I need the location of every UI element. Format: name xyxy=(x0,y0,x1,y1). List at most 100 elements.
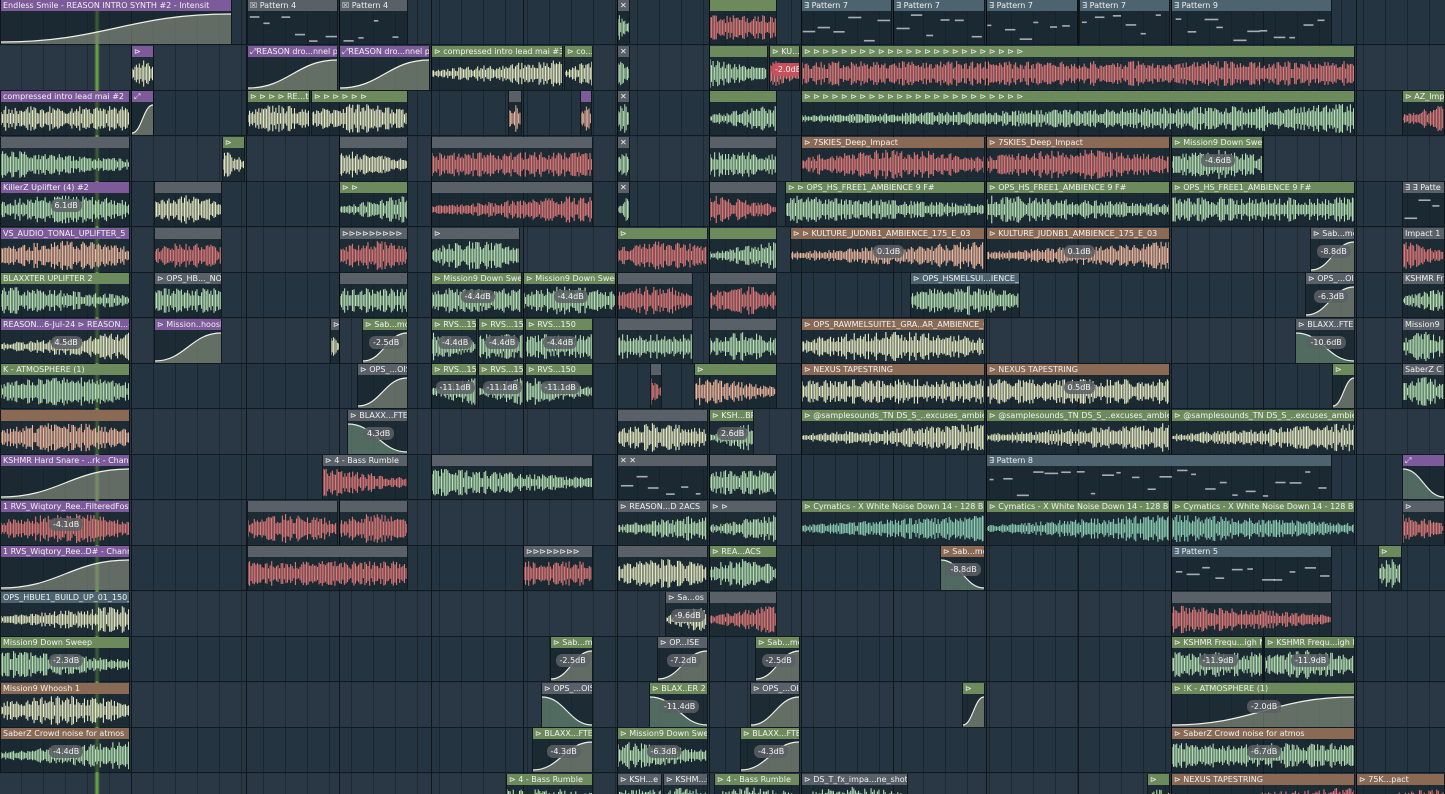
playlist-clip[interactable] xyxy=(154,182,222,226)
playlist-clip[interactable]: ⊳ RVS...150 -11.1dB xyxy=(431,364,477,408)
playlist-clip[interactable]: ∃ Pattern 5 xyxy=(1171,546,1332,590)
playlist-clip[interactable] xyxy=(247,500,338,545)
playlist-clip[interactable]: ⊳ OPS_HS_FREE1_AMBIENCE 9 F# xyxy=(1171,182,1355,226)
playlist-clip[interactable]: ⊳ Sab...mos -8.8dB xyxy=(940,546,985,590)
playlist-clip[interactable]: ⊳ xyxy=(431,227,520,272)
playlist-clip[interactable]: ⊳⊳⊳⊳⊳⊳⊳⊳⊳ xyxy=(339,227,408,272)
playlist-clip[interactable] xyxy=(617,318,693,363)
playlist-clip[interactable]: ⊳ 7SKIES_Deep_Impact xyxy=(986,136,1170,181)
playlist-clip[interactable] xyxy=(154,227,222,272)
playlist-clip[interactable]: ⊳ ⊳ KULTURE_JUDNB1_AMBIENCE_175_E_03 0.1d… xyxy=(790,227,985,272)
playlist-clip[interactable]: ⊳ xyxy=(131,45,154,90)
playlist-clip[interactable]: ⊳ @samplesounds_TN DS_S_..excuses_ambien… xyxy=(801,409,985,454)
playlist-clip[interactable]: ⊳ OPS_...OISE xyxy=(541,682,593,727)
playlist-clip[interactable]: ∃ Pattern 7 xyxy=(1079,0,1170,44)
playlist-clip[interactable]: ⊳ OPS_...OISE xyxy=(750,682,800,727)
playlist-clip[interactable]: ⊳ BLAXX...FTER 2 -4.3dB xyxy=(532,728,593,772)
playlist-clip[interactable] xyxy=(709,0,777,44)
playlist-clip[interactable]: ⊳ Mission9 Down Sweep -4.6dB xyxy=(1171,136,1263,181)
playlist-clip[interactable]: ⊳ xyxy=(1378,546,1402,590)
playlist-clip[interactable]: BLAXXTER UPLIFTER 2 xyxy=(0,273,130,317)
playlist-clip[interactable]: ⤢REASON dro...nnel pitch xyxy=(247,45,338,90)
playlist-clip[interactable]: ✕ xyxy=(617,91,630,135)
playlist-clip[interactable]: ⊳ OPS_HSMELSUI...IENCE_09_D# xyxy=(910,273,1020,317)
playlist-clip[interactable]: 1 RVS_Wiqtory_Ree..D# - Channel pitch xyxy=(0,546,130,590)
playlist-clip[interactable]: ⊳ xyxy=(1147,773,1170,794)
playlist-clip[interactable]: ⊳ KSH...e xyxy=(617,773,662,794)
playlist-clip[interactable]: 1 RVS_Wiqtory_Ree..FilteredFoster_D# -4.1… xyxy=(0,500,130,545)
playlist-clip[interactable]: ✕ xyxy=(617,182,630,226)
playlist-clip[interactable]: VS_AUDIO_TONAL_UPLIFTER_5 xyxy=(0,227,130,272)
playlist-clip[interactable]: ⊳ RVS...150 -4.4dB xyxy=(525,318,593,363)
playlist-clip[interactable]: ⊳ xyxy=(1332,364,1355,408)
playlist-clip[interactable] xyxy=(617,273,693,317)
playlist-clip[interactable]: ⊳ 4 - Bass Rumble xyxy=(506,773,593,794)
playlist-clip[interactable] xyxy=(339,136,408,181)
playlist-clip[interactable]: ⊳ NEXUS TAPESTRING 0.5dB xyxy=(986,364,1170,408)
playlist-clip[interactable]: ⊳ REA...ACS xyxy=(709,546,777,590)
playlist-clip[interactable] xyxy=(650,364,662,408)
playlist-clip[interactable]: ⊳ Mission9 Down Sweep -4.4dB xyxy=(523,273,616,317)
playlist-clip[interactable]: ⊳ @samplesounds_TN DS_S_..excuses_ambien… xyxy=(986,409,1170,454)
playlist-clip[interactable]: Endless Smile - REASON INTRO SYNTH #2 - … xyxy=(0,0,232,44)
playlist-clip[interactable]: ⊳ OPS_...OISE xyxy=(357,364,408,408)
playlist-clip[interactable]: compressed intro lead mai #2 xyxy=(0,91,130,135)
playlist-clip[interactable]: ⊳ Mission9 Down Sweep -4.4dB xyxy=(431,273,522,317)
playlist-clip[interactable]: ⊳ Sab...mos -2.5dB xyxy=(755,637,800,681)
playlist-clip[interactable]: ⊳ ⊳ ⊳ ⊳ ⊳ ⊳ ⊳ ⊳ ⊳ ⊳ ⊳ ⊳ ⊳ ⊳ ⊳ ⊳ ⊳ ⊳ ⊳ ⊳ … xyxy=(801,45,1355,90)
playlist-clip[interactable]: KSHMR Hard Snare - ..rk - Channel pitch xyxy=(0,455,130,499)
playlist-clip[interactable]: ∃ Pattern 9 xyxy=(1171,0,1332,44)
playlist-clip[interactable]: ⊳ AZ_Impac xyxy=(1402,91,1445,135)
playlist-clip[interactable]: ∃ Pattern 7 xyxy=(801,0,892,44)
playlist-clip[interactable]: Mission9 xyxy=(1402,318,1445,363)
playlist-clip[interactable]: ⊳ Cymatics - X White Noise Down 14 - 128… xyxy=(801,500,985,545)
playlist-clip[interactable]: ✕ xyxy=(617,45,630,90)
playlist-clip[interactable]: ⊳ xyxy=(330,318,340,363)
playlist-clip[interactable]: ⊳ KU...A -2.0dB xyxy=(769,45,800,90)
playlist-clip[interactable]: Mission9 Down Sweep -2.3dB xyxy=(0,637,130,681)
playlist-clip[interactable]: ∃ Pattern 8 xyxy=(986,455,1332,499)
playlist-clip[interactable] xyxy=(580,91,592,135)
playlist-clip[interactable]: ⊳ 4 - Bass Rumble xyxy=(714,773,800,794)
playlist-clip[interactable]: ⊳ 75K...pact xyxy=(1356,773,1445,794)
playlist-clip[interactable]: ∃ Pattern 7 xyxy=(893,0,985,44)
playlist-clip[interactable] xyxy=(339,500,408,545)
playlist-clip[interactable]: KSHMR Fr xyxy=(1402,273,1445,317)
playlist-clip[interactable]: ⊳ xyxy=(222,136,245,181)
playlist-clip[interactable]: SaberZ C xyxy=(1402,364,1445,408)
playlist-clip[interactable] xyxy=(431,182,593,226)
playlist-clip[interactable]: ⊳ xyxy=(1402,500,1445,545)
playlist-clip[interactable]: ⊳ ⊳ ⊳ ⊳ RE...tro xyxy=(247,91,310,135)
playlist-clip[interactable]: ⤢ xyxy=(131,91,154,135)
playlist-clip[interactable]: SaberZ Crowd noise for atmos -4.4dB xyxy=(0,728,130,772)
playlist-clip[interactable]: ⊳ BLAX..ER 2 -11.4dB xyxy=(649,682,708,727)
playlist-clip[interactable]: ⊳ RVS...150 -11.1dB xyxy=(478,364,524,408)
playlist-clip[interactable]: ⊳ Sa...os -9.6dB xyxy=(665,591,708,636)
playlist-clip[interactable] xyxy=(1171,591,1332,636)
playlist-clip[interactable]: KillerZ Uplifter (4) #2 6.1dB xyxy=(0,182,130,226)
playlist-clip[interactable] xyxy=(247,546,408,590)
playlist-clip[interactable]: ⊳ NEXUS TAPESTRING xyxy=(1171,773,1355,794)
playlist-clip[interactable] xyxy=(709,455,777,499)
playlist-clip[interactable]: ∃ Pattern 7 xyxy=(986,0,1078,44)
playlist-clip[interactable]: ⊳ SaberZ Crowd noise for atmos -6.7dB xyxy=(1171,728,1355,772)
playlist-clip[interactable] xyxy=(709,273,777,317)
playlist-clip[interactable]: ⊳ Sab...mos -2.5dB xyxy=(362,318,408,363)
playlist-clip[interactable]: ⊳ KSH...BPM 2.6dB xyxy=(709,409,754,454)
playlist-clip[interactable]: K - ATMOSPHERE (1) xyxy=(0,364,130,408)
playlist-clip[interactable]: ⊳ KSHMR Frequ...igh Noise -11.9dB xyxy=(1264,637,1355,681)
playlist-clip[interactable]: ⊳ KULTURE_JUDNB1_AMBIENCE_175_E_03 0.1dB xyxy=(986,227,1170,272)
playlist-arrangement[interactable]: Endless Smile - REASON INTRO SYNTH #2 - … xyxy=(0,0,1445,794)
playlist-clip[interactable]: ⊳ Cymatics - X White Noise Down 14 - 128… xyxy=(1171,500,1355,545)
playlist-clip[interactable]: OPS_HBUE1_BUILD_UP_01_150_NOISE xyxy=(0,591,130,636)
playlist-clip[interactable]: ⤢REASON dro...nnel pitch xyxy=(339,45,430,90)
playlist-clip[interactable]: ✕ ✕ xyxy=(617,455,708,499)
playlist-clip[interactable]: ⊳ co... xyxy=(564,45,593,90)
playlist-clip[interactable] xyxy=(709,136,777,181)
playlist-clip[interactable] xyxy=(0,136,130,181)
playlist-clip[interactable] xyxy=(508,91,522,135)
playlist-clip[interactable]: ⊳ RVS...150 -4.4dB xyxy=(431,318,477,363)
playlist-clip[interactable] xyxy=(431,136,593,181)
playlist-clip[interactable]: ☒ Pattern 4 xyxy=(339,0,408,44)
playlist-clip[interactable]: ⊳ ⊳ xyxy=(339,182,408,226)
